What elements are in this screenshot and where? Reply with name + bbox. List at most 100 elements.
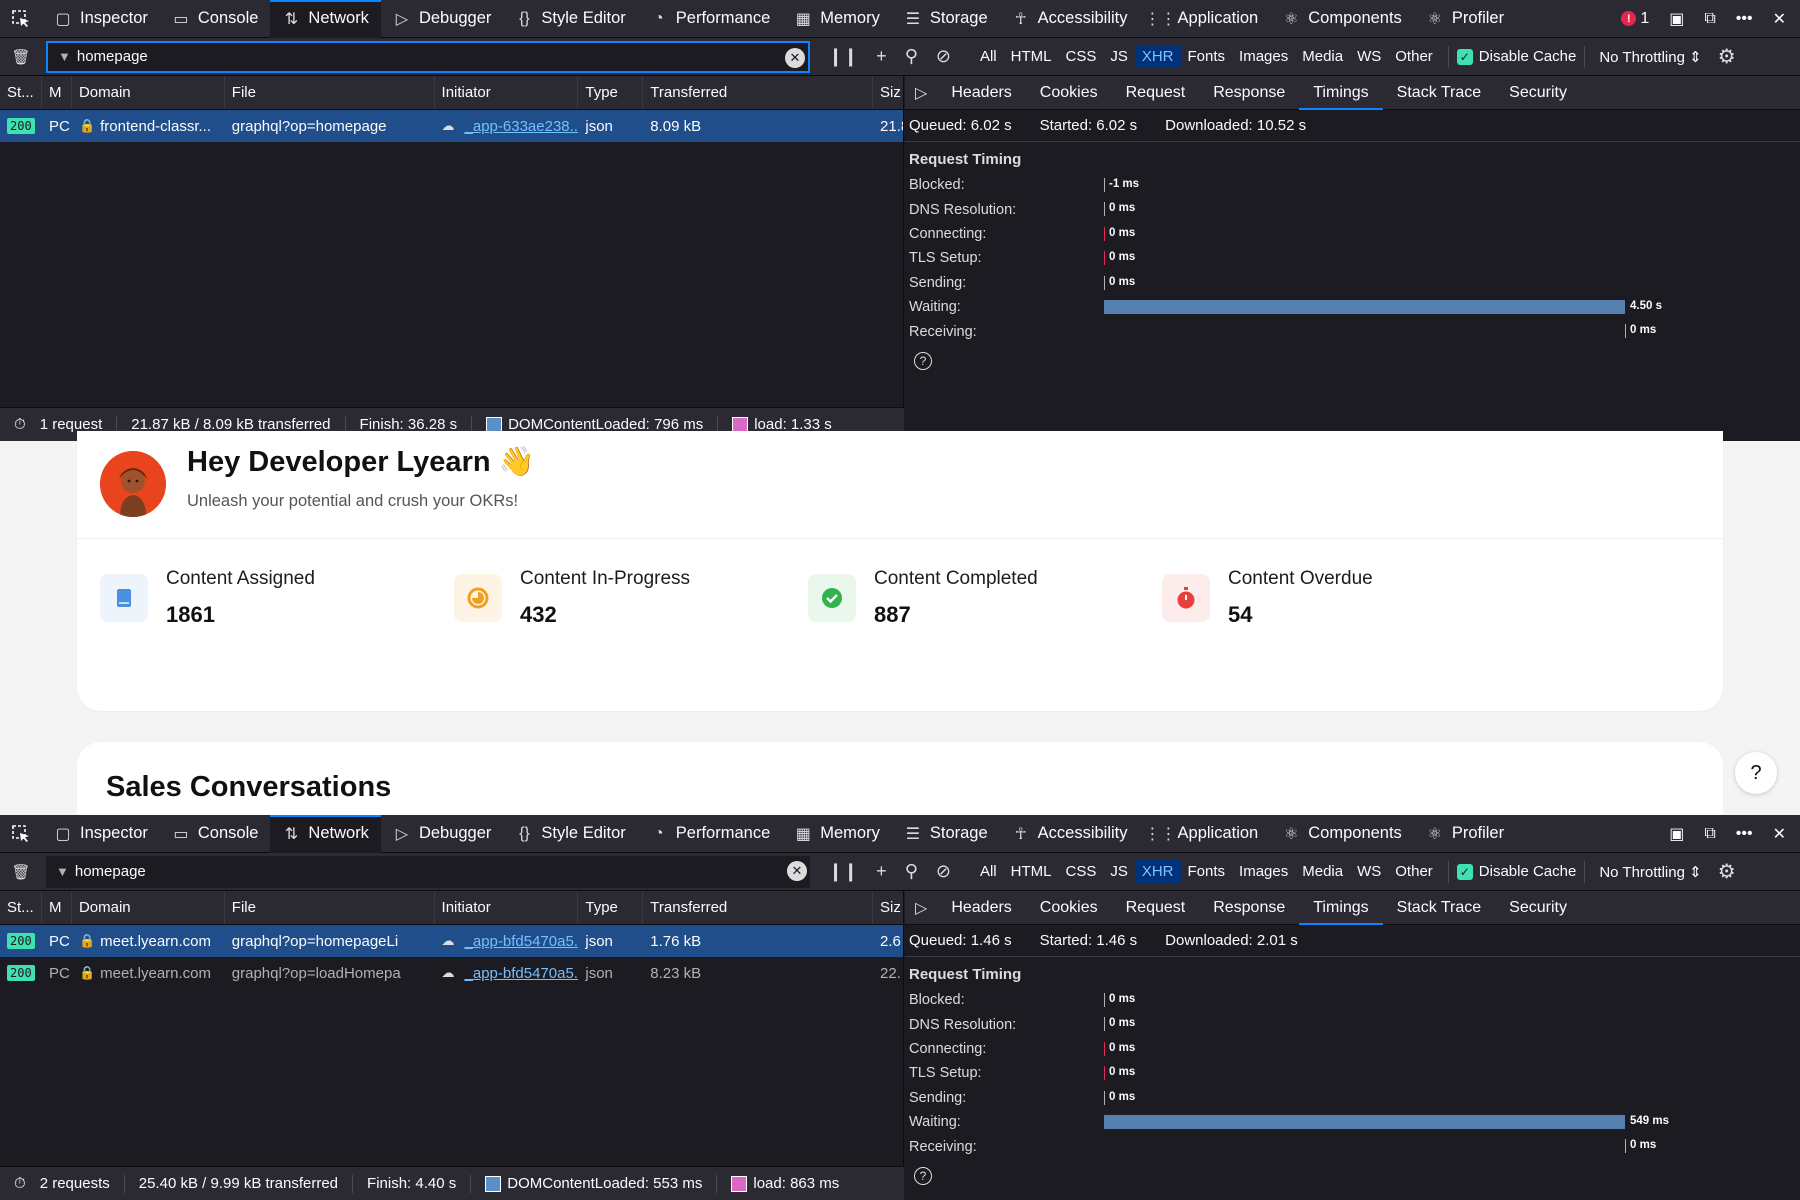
dock-icon[interactable]: ▣ (1669, 824, 1684, 844)
tab-memory[interactable]: ▦ Memory (782, 815, 892, 853)
toggle-sidebar-icon[interactable]: ▷ (905, 76, 937, 110)
initiator-link[interactable]: _app-bfd5470a5... (465, 965, 579, 982)
column-header[interactable]: Siz (873, 891, 903, 924)
type-filter-images[interactable]: Images (1232, 860, 1295, 883)
initiator-link[interactable]: _app-bfd5470a5... (465, 933, 579, 950)
block-icon[interactable]: ⊘ (936, 46, 951, 67)
detail-tab-request[interactable]: Request (1112, 891, 1200, 925)
tab-accessibility[interactable]: ☥ Accessibility (1000, 815, 1140, 853)
tab-console[interactable]: ▭ Console (160, 815, 271, 853)
clear-filter-icon[interactable]: ✕ (785, 47, 805, 68)
detail-tab-stack-trace[interactable]: Stack Trace (1383, 891, 1495, 925)
request-row[interactable]: 200 PC 🔒 meet.lyearn.com graphql?op=loadHome… (0, 957, 903, 989)
detail-tab-response[interactable]: Response (1199, 891, 1299, 925)
search-icon[interactable]: ⚲ (905, 46, 918, 67)
detail-tab-security[interactable]: Security (1495, 891, 1581, 925)
clear-requests-icon[interactable]: 🗑 (0, 48, 42, 66)
close-icon[interactable]: ✕ (1773, 824, 1786, 844)
pause-icon[interactable]: ❙❙ (828, 861, 858, 882)
detail-tab-timings[interactable]: Timings (1299, 76, 1384, 110)
type-filter-css[interactable]: CSS (1058, 860, 1103, 883)
initiator-link[interactable]: _app-633ae238... (465, 118, 579, 135)
stat-content-completed[interactable]: Content Completed 887 (808, 568, 1188, 638)
type-filter-all[interactable]: All (973, 860, 1004, 883)
tab-application[interactable]: ⋮⋮ Application (1140, 815, 1271, 853)
tab-application[interactable]: ⋮⋮ Application (1140, 0, 1271, 38)
column-header[interactable]: Initiator (435, 891, 579, 924)
detail-tab-cookies[interactable]: Cookies (1026, 76, 1112, 110)
tab-debugger[interactable]: ▷ Debugger (381, 0, 503, 38)
stat-content-assigned[interactable]: Content Assigned 1861 (100, 568, 480, 638)
error-badge[interactable]: ! 1 (1621, 10, 1649, 28)
type-filter-css[interactable]: CSS (1058, 45, 1103, 68)
type-filter-fonts[interactable]: Fonts (1181, 45, 1233, 68)
type-filter-html[interactable]: HTML (1004, 45, 1059, 68)
help-button[interactable]: ? (1735, 752, 1777, 794)
detail-tab-cookies[interactable]: Cookies (1026, 891, 1112, 925)
tab-inspector[interactable]: ▢ Inspector (42, 0, 160, 38)
more-options-icon[interactable]: ••• (1736, 10, 1753, 28)
detail-tab-headers[interactable]: Headers (937, 76, 1025, 110)
type-filter-other[interactable]: Other (1388, 45, 1440, 68)
column-header[interactable]: Domain (72, 76, 225, 109)
type-filter-all[interactable]: All (973, 45, 1004, 68)
stat-content-overdue[interactable]: Content Overdue 54 (1162, 568, 1542, 638)
throttling-select[interactable]: No Throttling ⇕ (1599, 48, 1701, 66)
add-request-icon[interactable]: + (876, 861, 887, 882)
column-header[interactable]: Initiator (435, 76, 579, 109)
search-icon[interactable]: ⚲ (905, 861, 918, 882)
tab-debugger[interactable]: ▷ Debugger (381, 815, 503, 853)
tab-components[interactable]: ⚛ Components (1270, 0, 1414, 38)
column-header[interactable]: St... (0, 76, 42, 109)
tab-storage[interactable]: ☰ Storage (892, 0, 1000, 38)
detail-tab-stack-trace[interactable]: Stack Trace (1383, 76, 1495, 110)
detail-tab-request[interactable]: Request (1112, 76, 1200, 110)
detail-tab-response[interactable]: Response (1199, 76, 1299, 110)
column-header[interactable]: Siz (873, 76, 903, 109)
block-icon[interactable]: ⊘ (936, 861, 951, 882)
settings-gear-icon[interactable]: ⚙ (1718, 859, 1736, 884)
responsive-design-icon[interactable]: ⧉ (1704, 10, 1715, 28)
tab-console[interactable]: ▭ Console (160, 0, 271, 38)
column-header[interactable]: St... (0, 891, 42, 924)
type-filter-fonts[interactable]: Fonts (1181, 860, 1233, 883)
tab-profiler[interactable]: ⚛ Profiler (1414, 0, 1516, 38)
pause-icon[interactable]: ❙❙ (828, 46, 858, 67)
column-header[interactable]: M (42, 891, 72, 924)
tab-style-editor[interactable]: {} Style Editor (503, 815, 637, 853)
request-row[interactable]: 200 PC 🔒 frontend-classr... graphql?op=homep… (0, 110, 903, 142)
tab-network[interactable]: ⇅ Network (270, 0, 381, 38)
type-filter-ws[interactable]: WS (1350, 860, 1388, 883)
type-filter-js[interactable]: JS (1103, 860, 1135, 883)
type-filter-media[interactable]: Media (1295, 45, 1350, 68)
request-row[interactable]: 200 PC 🔒 meet.lyearn.com graphql?op=homepage… (0, 925, 903, 957)
column-header[interactable]: File (225, 76, 435, 109)
throttling-select[interactable]: No Throttling ⇕ (1599, 863, 1701, 881)
type-filter-xhr[interactable]: XHR (1134, 45, 1181, 68)
type-filter-js[interactable]: JS (1103, 45, 1135, 68)
clear-filter-icon[interactable]: ✕ (787, 860, 807, 881)
tab-components[interactable]: ⚛ Components (1270, 815, 1414, 853)
tab-performance[interactable]: ◔ Performance (638, 0, 782, 38)
type-filter-ws[interactable]: WS (1350, 45, 1388, 68)
disable-cache-checkbox[interactable]: ✓ Disable Cache (1456, 48, 1576, 65)
detail-tab-timings[interactable]: Timings (1299, 891, 1384, 925)
more-options-icon[interactable]: ••• (1736, 825, 1753, 843)
column-header[interactable]: Type (578, 76, 644, 109)
tab-storage[interactable]: ☰ Storage (892, 815, 1000, 853)
column-header[interactable]: M (42, 76, 72, 109)
element-picker-icon[interactable] (0, 0, 42, 38)
help-icon[interactable]: ? (914, 351, 932, 370)
settings-gear-icon[interactable]: ⚙ (1718, 44, 1736, 69)
type-filter-html[interactable]: HTML (1004, 860, 1059, 883)
detail-tab-headers[interactable]: Headers (937, 891, 1025, 925)
tab-performance[interactable]: ◔ Performance (638, 815, 782, 853)
column-header[interactable]: File (225, 891, 435, 924)
tab-accessibility[interactable]: ☥ Accessibility (1000, 0, 1140, 38)
column-header[interactable]: Domain (72, 891, 225, 924)
filter-urls-input[interactable]: ▼ homepage ✕ (46, 40, 810, 73)
toggle-sidebar-icon[interactable]: ▷ (905, 891, 937, 925)
tab-profiler[interactable]: ⚛ Profiler (1414, 815, 1516, 853)
help-icon[interactable]: ? (914, 1166, 932, 1185)
clear-requests-icon[interactable]: 🗑 (0, 863, 42, 881)
